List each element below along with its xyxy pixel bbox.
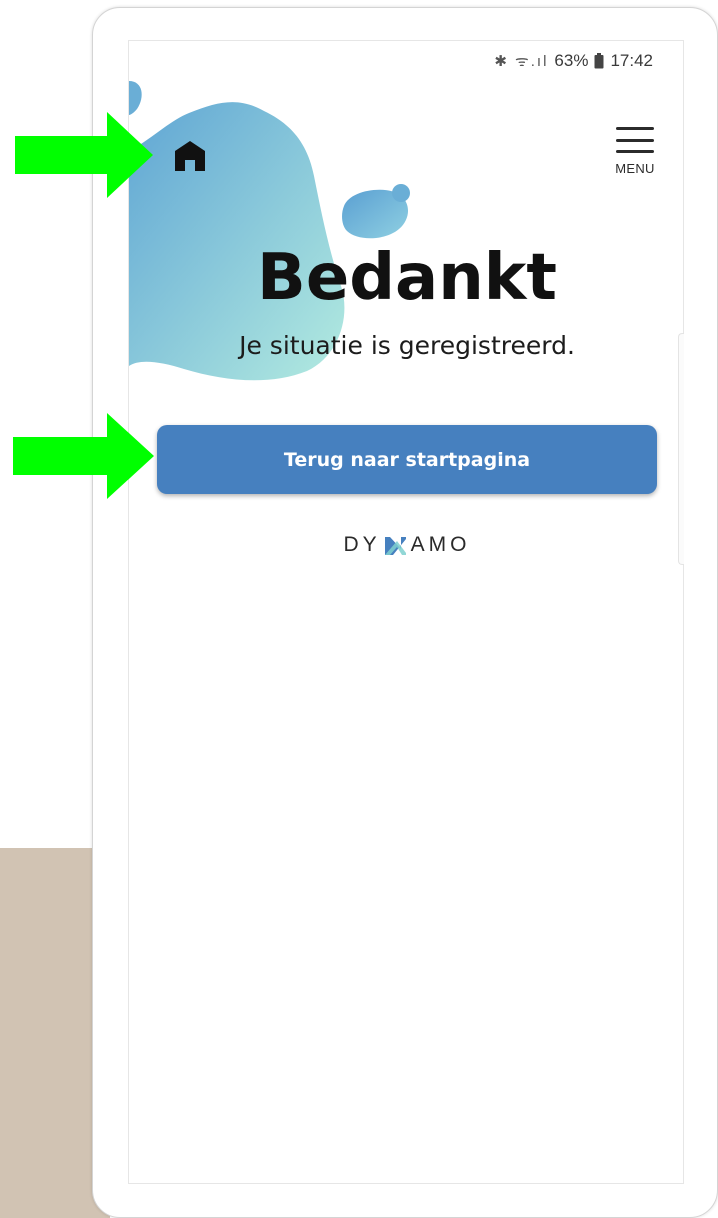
confirmation-message: Je situatie is geregistreerd. [239, 331, 575, 360]
brand-n-icon [384, 537, 406, 555]
hamburger-icon [616, 127, 654, 153]
menu-button[interactable]: MENU [613, 125, 657, 177]
brand-text-right: AMO [410, 533, 471, 556]
status-icons: ✱ ᯤ.ıl [494, 53, 549, 70]
home-icon[interactable] [172, 138, 208, 174]
scroll-handle[interactable] [678, 333, 684, 565]
page-title: Bedankt [257, 241, 557, 315]
back-to-home-button[interactable]: Terug naar startpagina [157, 425, 657, 494]
pointer-arrow-home [15, 112, 153, 198]
brand-logo: DY AMO [129, 533, 683, 557]
pointer-arrow-button [13, 413, 154, 499]
clock: 17:42 [610, 51, 653, 70]
battery-level: 63% [554, 51, 589, 70]
battery-icon [594, 53, 604, 69]
menu-label: MENU [615, 161, 655, 176]
app-screen: ✱ ᯤ.ıl 63% 17:42 MENU Bedankt Je situati… [128, 40, 684, 1184]
status-bar: ✱ ᯤ.ıl 63% 17:42 [494, 51, 653, 71]
brand-text-left: DY [343, 533, 381, 556]
